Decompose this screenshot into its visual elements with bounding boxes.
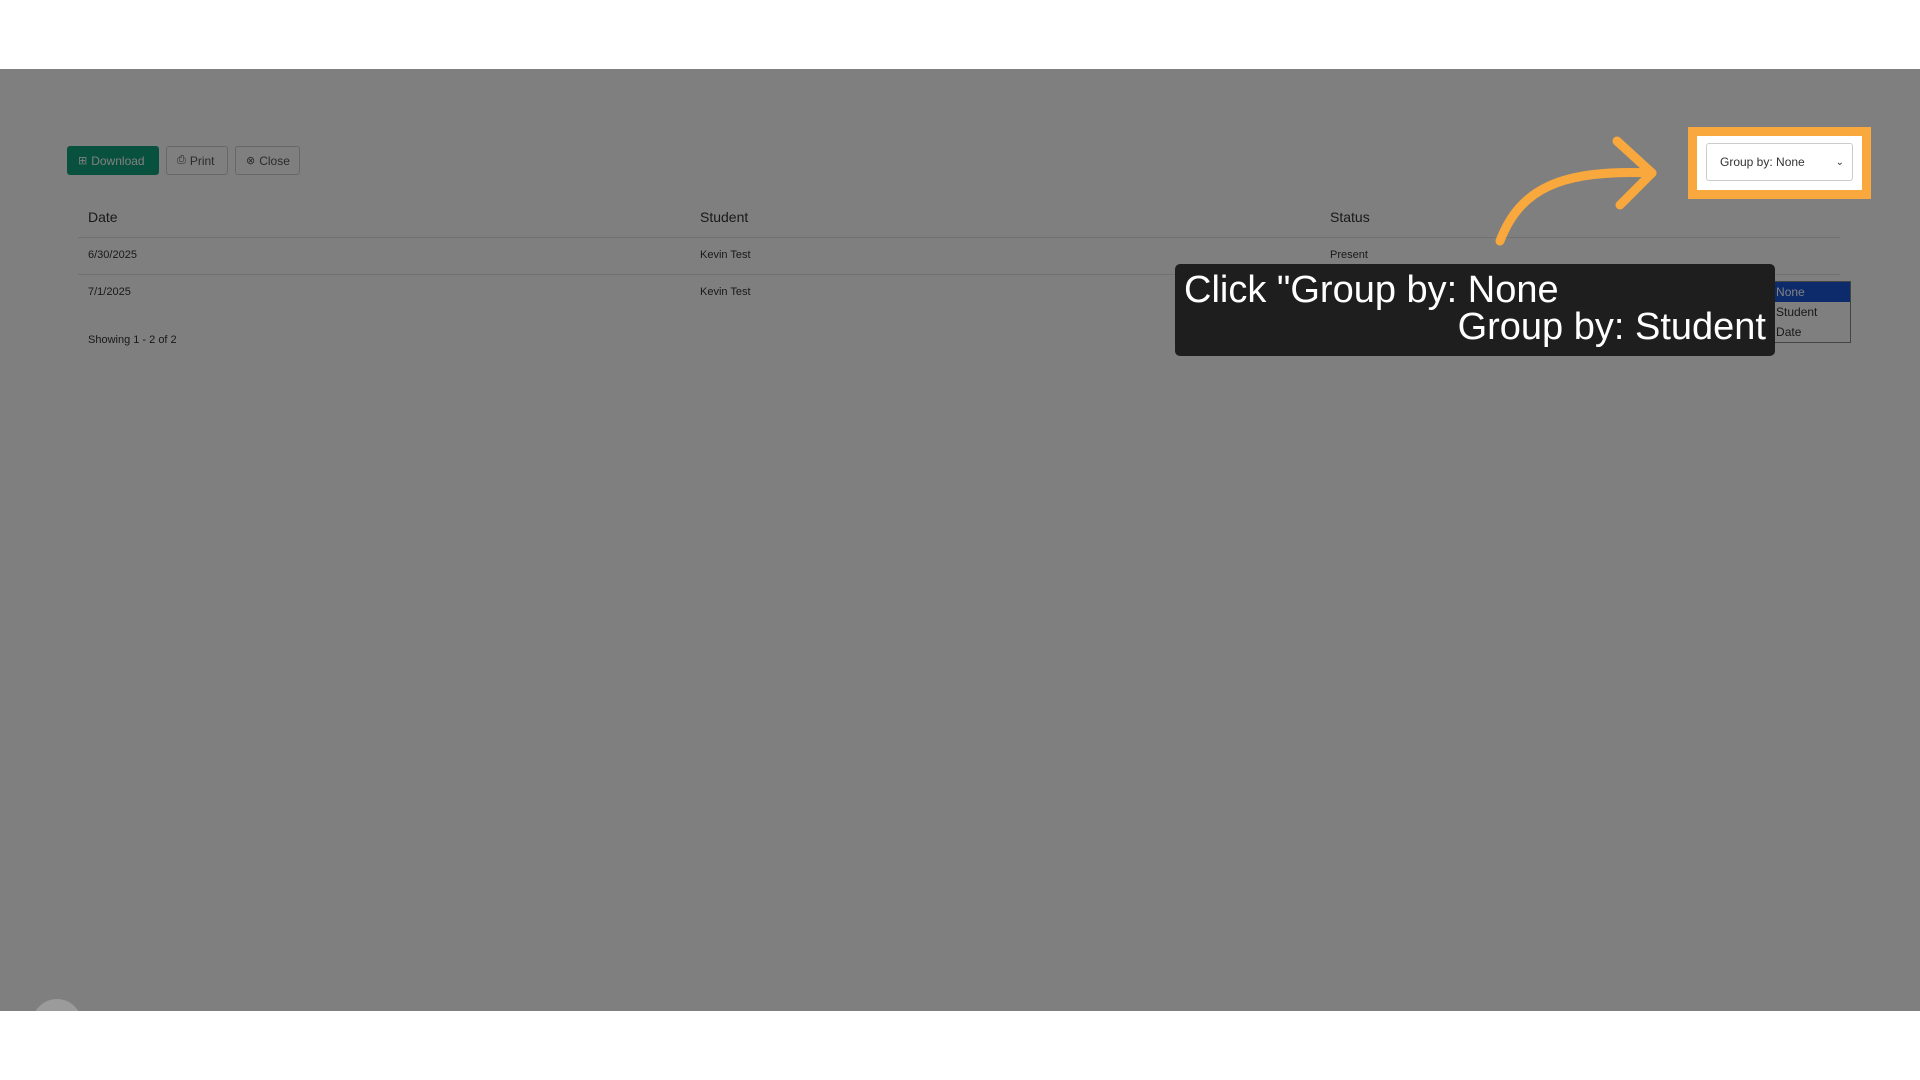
row-1-student: Kevin Test	[700, 249, 751, 261]
close-label: Close	[259, 153, 290, 168]
tooltip-line-1: Click "Group by: None	[1184, 269, 1559, 311]
row-2-date: 7/1/2025	[88, 286, 131, 298]
chevron-down-icon: ⌄	[1835, 156, 1844, 168]
bottom-margin	[0, 1011, 1920, 1080]
print-button[interactable]: ⎙ Print	[166, 146, 228, 175]
pagination-summary: Showing 1 - 2 of 2	[88, 334, 177, 346]
row-1-status: Present	[1330, 249, 1368, 261]
column-header-date[interactable]: Date	[88, 209, 118, 225]
download-button[interactable]: ⊞ Download	[67, 146, 159, 175]
row-2-student: Kevin Test	[700, 286, 751, 298]
extension-widget[interactable]	[32, 999, 82, 1011]
tooltip-line-2: Group by: Student	[1457, 306, 1766, 348]
print-label: Print	[189, 153, 215, 168]
close-button[interactable]: ⊗ Close	[235, 146, 300, 175]
group-by-selected-value: Group by: None	[1720, 155, 1805, 169]
pointer-arrow-icon	[1495, 136, 1657, 246]
report-page: ⊞ Download ⎙ Print ⊗ Close Date Student …	[0, 69, 1920, 1011]
printer-icon: ⎙	[177, 154, 186, 166]
row-1-date: 6/30/2025	[88, 249, 137, 261]
close-icon: ⊗	[246, 155, 256, 167]
column-header-status[interactable]: Status	[1330, 209, 1370, 225]
group-by-select[interactable]: Group by: None ⌄	[1706, 143, 1853, 181]
column-header-student[interactable]: Student	[700, 209, 748, 225]
download-icon: ⊞	[78, 155, 88, 167]
download-label: Download	[91, 153, 145, 168]
instruction-tooltip: Click "Group by: None Group by: Student	[1175, 264, 1775, 356]
top-margin	[0, 0, 1920, 69]
